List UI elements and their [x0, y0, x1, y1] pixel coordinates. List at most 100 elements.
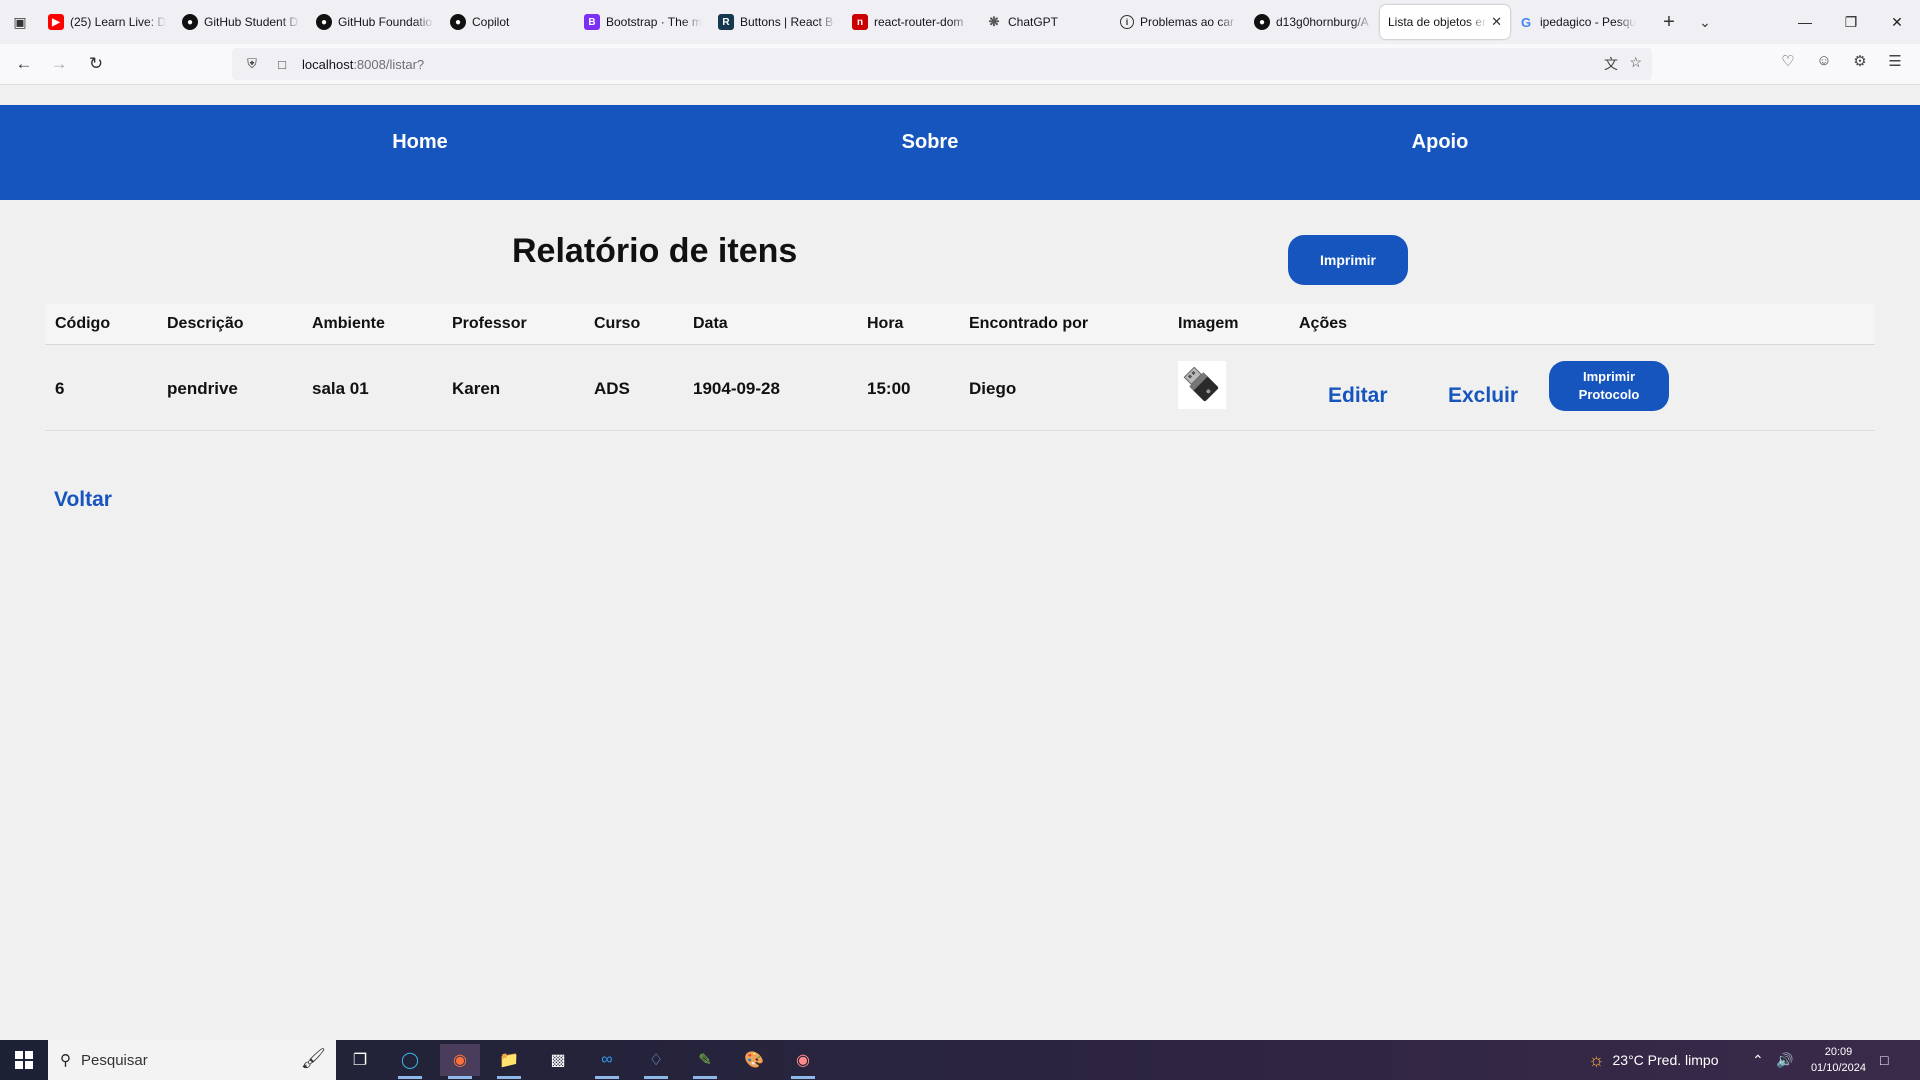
info-icon: i [1120, 15, 1134, 29]
terminal-icon[interactable]: ▩ [538, 1044, 578, 1076]
page-icon: □ [278, 56, 286, 72]
search-placeholder: Pesquisar [81, 1051, 148, 1069]
header-imagem: Imagem [1178, 315, 1239, 332]
firefox-icon[interactable]: ◉ [440, 1044, 480, 1079]
tab-chatgpt[interactable]: ❋ ChatGPT [978, 5, 1112, 39]
nav-apoio-link[interactable]: Apoio [1412, 131, 1469, 154]
nav-sobre-link[interactable]: Sobre [902, 131, 959, 154]
account-icon[interactable]: ☺ [1812, 52, 1836, 69]
new-tab-icon[interactable]: + [1654, 11, 1684, 34]
windows-start-icon[interactable] [0, 1040, 48, 1080]
github-icon: ● [450, 14, 466, 30]
header-acoes: Ações [1299, 315, 1348, 332]
google-icon: G [1520, 14, 1532, 30]
github-icon: ● [1254, 14, 1270, 30]
app-icon[interactable]: ◉ [783, 1044, 823, 1079]
tab-react-bootstrap[interactable]: R Buttons | React B [710, 5, 844, 39]
header-encontrado-por: Encontrado por [969, 315, 1089, 332]
restore-icon[interactable]: ❐ [1828, 0, 1874, 44]
tab-github-foundation[interactable]: ● GitHub Foundatio [308, 5, 442, 39]
react-bootstrap-icon: R [718, 14, 734, 30]
cell-curso: ADS [594, 379, 630, 398]
usb-flash-drive-image [1178, 361, 1226, 409]
tab-lista-objetos[interactable]: Lista de objetos en ✕ [1380, 5, 1510, 39]
minimize-icon[interactable]: — [1782, 0, 1828, 44]
print-protocol-label-2: Protocolo [1578, 387, 1640, 402]
weather-widget[interactable]: ☼ 23°C Pred. limpo [1588, 1040, 1718, 1080]
header-hora: Hora [867, 315, 904, 332]
bootstrap-icon: B [584, 14, 600, 30]
tab-react-router[interactable]: n react-router-dom [844, 5, 978, 39]
youtube-icon: ▶ [48, 14, 64, 30]
tab-learn-live[interactable]: ▶ (25) Learn Live: D [40, 5, 174, 39]
tab-bootstrap[interactable]: B Bootstrap · The m [576, 5, 710, 39]
volume-icon[interactable]: 🔊 [1776, 1040, 1793, 1080]
delete-link[interactable]: Excluir [1448, 384, 1518, 408]
cell-professor: Karen [452, 379, 501, 398]
chatgpt-icon: ❋ [988, 14, 1000, 29]
search-highlight-icon: 🖌 [300, 1048, 326, 1070]
cell-codigo: 6 [55, 379, 65, 398]
tab-ipedagico[interactable]: Gipedagico - Pesqu [1510, 5, 1644, 39]
npm-icon: n [852, 14, 868, 30]
page-title: Relatório de itens [512, 232, 798, 270]
clock-date: 01/10/2024 [1810, 1062, 1866, 1074]
weather-icon: ☼ [1588, 1049, 1605, 1070]
search-icon: ⚲ [60, 1052, 71, 1069]
table-header: Código Descrição Ambiente Professor Curs… [45, 304, 1875, 345]
window-controls: — ❐ ✕ [1782, 0, 1920, 44]
menu-icon[interactable]: ☰ [1883, 52, 1907, 70]
close-tab-icon[interactable]: ✕ [1491, 14, 1502, 30]
cell-ambiente: sala 01 [312, 379, 369, 398]
taskbar-clock[interactable]: 20:09 01/10/2024 [1811, 1044, 1866, 1076]
tab-strip: ▶ (25) Learn Live: D ● GitHub Student D ● G… [40, 5, 1644, 39]
file-explorer-icon[interactable]: 📁 [489, 1044, 529, 1079]
print-protocol-button[interactable]: Imprimir Protocolo [1549, 361, 1669, 411]
tray-chevron-icon[interactable]: ⌃ [1752, 1040, 1764, 1080]
cell-hora: 15:00 [867, 379, 911, 398]
vscode-icon[interactable]: ∞ [587, 1044, 627, 1079]
tab-copilot[interactable]: ● Copilot [442, 5, 576, 39]
tab-github-student[interactable]: ● GitHub Student D [174, 5, 308, 39]
header-codigo: Código [55, 315, 111, 332]
notepad-icon[interactable]: ✎ [685, 1044, 725, 1079]
notification-icon[interactable]: □ [1880, 1040, 1888, 1080]
shield-icon[interactable]: ⛨ [242, 56, 262, 72]
header-ambiente: Ambiente [312, 315, 385, 332]
header-curso: Curso [594, 315, 641, 332]
translate-icon[interactable]: 文 [1604, 54, 1618, 74]
pocket-icon[interactable]: ♡ [1776, 52, 1800, 70]
table-row: 6 pendrive sala 01 Karen ADS 1904-09-28 … [45, 345, 1875, 431]
bookmark-star-icon[interactable]: ☆ [1629, 54, 1642, 71]
task-view-icon[interactable]: ❐ [340, 1044, 380, 1076]
url-host: localhost [302, 56, 354, 72]
edge-icon[interactable]: ◯ [390, 1044, 430, 1079]
header-data: Data [693, 315, 728, 332]
reload-icon[interactable]: ↻ [84, 52, 108, 76]
edit-link[interactable]: Editar [1328, 384, 1388, 408]
header-professor: Professor [452, 315, 527, 332]
tab-list-icon[interactable]: ▣ [0, 0, 40, 44]
close-window-icon[interactable]: ✕ [1874, 0, 1920, 44]
browser-tabbar: ▣ ▶ (25) Learn Live: D ● GitHub Student D … [0, 0, 1920, 44]
header-descricao: Descrição [167, 315, 244, 332]
nav-home-link[interactable]: Home [392, 131, 448, 154]
clock-time: 20:09 [1824, 1046, 1853, 1058]
back-link[interactable]: Voltar [54, 488, 112, 512]
browser-navbar: ← → ↻ ⛨ □ localhost:8008/listar? 文 ☆ ♡ ☺… [0, 44, 1920, 85]
tab-problemas[interactable]: i Problemas ao car [1112, 5, 1246, 39]
print-button[interactable]: Imprimir [1288, 235, 1408, 285]
forward-icon[interactable]: → [47, 52, 71, 76]
taskbar-search[interactable]: ⚲ Pesquisar 🖌 [48, 1040, 336, 1080]
paint-icon[interactable]: 🎨 [734, 1044, 774, 1076]
cell-descricao: pendrive [167, 379, 238, 398]
taskbar: ⚲ Pesquisar 🖌 ❐ ◯ ◉ 📁 ▩ ∞ ♢ ✎ 🎨 ◉ ☼ 23°C… [0, 1040, 1920, 1080]
url-bar[interactable]: ⛨ □ localhost:8008/listar? 文 ☆ [232, 48, 1652, 80]
site-header: Home Sobre Apoio [0, 105, 1920, 200]
tab-github-repo[interactable]: ● d13g0hornburg/A [1246, 5, 1380, 39]
cell-data: 1904-09-28 [693, 379, 780, 398]
back-icon[interactable]: ← [12, 52, 36, 76]
extensions-icon[interactable]: ⚙ [1848, 52, 1872, 70]
mysql-workbench-icon[interactable]: ♢ [636, 1044, 676, 1079]
chevron-down-icon[interactable]: ⌄ [1690, 14, 1720, 31]
